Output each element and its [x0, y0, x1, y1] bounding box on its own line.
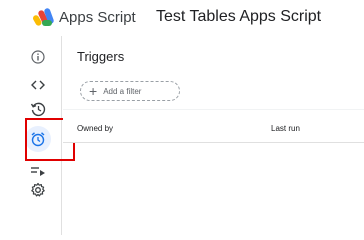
plus-icon: +: [89, 83, 98, 99]
history-icon[interactable]: [27, 98, 49, 120]
gear-icon[interactable]: [27, 179, 49, 201]
column-header-owned-by[interactable]: Owned by: [77, 124, 113, 133]
page-title: Triggers: [77, 49, 125, 64]
code-icon[interactable]: [27, 74, 49, 96]
column-header-last-run[interactable]: Last run: [271, 124, 300, 133]
project-name[interactable]: Test Tables Apps Script: [156, 8, 321, 26]
add-filter-button[interactable]: + Add a filter: [80, 81, 180, 101]
apps-script-logo-icon[interactable]: [33, 7, 55, 27]
add-filter-label: Add a filter: [103, 86, 142, 96]
table-header: Owned by Last run: [63, 109, 364, 143]
main-content: Triggers + Add a filter Owned by Last ru…: [63, 36, 364, 235]
top-bar: Apps Script Test Tables Apps Script: [0, 0, 364, 36]
info-icon[interactable]: [27, 46, 49, 68]
app-name[interactable]: Apps Script: [59, 9, 136, 26]
